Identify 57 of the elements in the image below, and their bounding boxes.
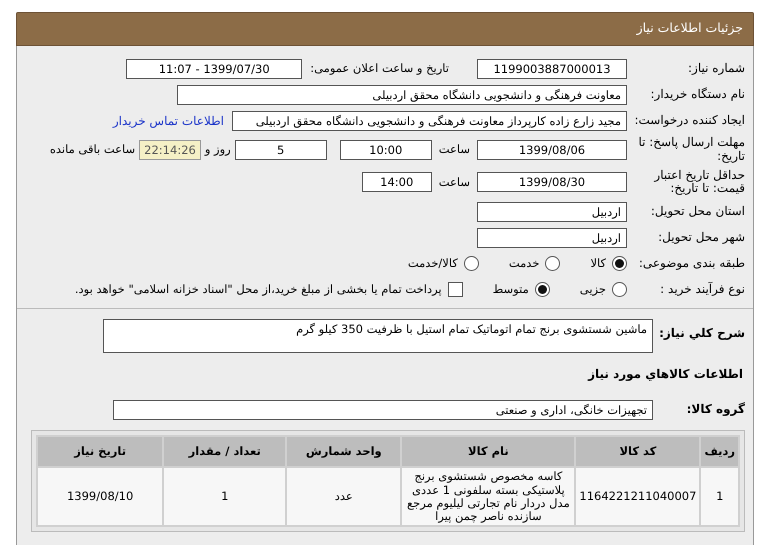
- header-bar: جزئیات اطلاعات نیاز: [16, 12, 754, 46]
- checkbox-label: پرداخت تمام یا بخشی از مبلغ خرید،از محل "اسناد خزانه اسلامی" خواهد بود.: [74, 281, 442, 298]
- table-cell: 1: [164, 468, 286, 526]
- field-label: ساعت: [438, 174, 470, 191]
- input-field[interactable]: 1399/08/30: [477, 172, 627, 192]
- field-label: حداقل تاریخ اعتبار قیمت: تا تاریخ:: [652, 168, 745, 196]
- input-field[interactable]: تجهیزات خانگی، اداری و صنعتی: [113, 400, 653, 420]
- section-title: اطلاعات كالاهاي مورد نياز: [586, 366, 743, 384]
- input-field[interactable]: 14:00: [362, 172, 432, 192]
- table-cell: کاسه مخصوص شستشوی برنج پلاستیکی بسته سلفونی 1 عددی مدل دردار نام تجارتی لیلیوم مرجع سازنده ناصر چمن پیرا: [402, 468, 574, 526]
- contact-link[interactable]: اطلاعات تماس خریدار: [112, 112, 224, 130]
- countdown-display: 22:14:26: [139, 140, 201, 160]
- input-field[interactable]: اردبیل: [477, 228, 627, 248]
- field-label: طبقه بندی موضوعی:: [638, 256, 745, 271]
- radio-button[interactable]: [545, 256, 560, 272]
- input-field[interactable]: مجید زارع زاده کارپرداز معاونت فرهنگی و دانشجویی دانشگاه محقق اردبیلی: [232, 110, 627, 130]
- column-header: ردیف: [701, 437, 738, 466]
- field-label: ایجاد کننده درخواست:: [633, 114, 745, 128]
- radio-label: کالا/خدمت: [408, 255, 458, 272]
- table-cell: عدد: [287, 468, 400, 526]
- radio-button[interactable]: [534, 282, 550, 298]
- table-cell: 1: [701, 468, 738, 526]
- field-label: شماره نیاز:: [687, 62, 745, 76]
- column-header: تاریخ نیاز: [38, 437, 162, 466]
- field-label: ساعت: [438, 141, 470, 158]
- field-label: ساعت باقی مانده: [50, 141, 136, 158]
- column-header: تعداد / مقدار: [164, 437, 286, 466]
- radio-button[interactable]: [612, 282, 627, 298]
- text-area[interactable]: ماشین شستشوی برنج تمام اتوماتیک تمام استیل با ظرفیت 350 کیلو گرم: [103, 319, 653, 354]
- radio-label: جزیی: [580, 281, 606, 298]
- input-field[interactable]: 5: [234, 140, 327, 160]
- input-field[interactable]: 1199003887000013: [477, 58, 627, 78]
- checkbox[interactable]: [448, 282, 463, 298]
- field-label: استان محل تحویل:: [650, 204, 745, 219]
- field-label: روز و: [204, 141, 231, 158]
- field-label: شهر محل تحویل:: [657, 230, 745, 245]
- field-label: مهلت ارسال پاسخ: تا تاریخ:: [637, 136, 745, 164]
- input-field[interactable]: 1399/08/06: [477, 140, 627, 160]
- column-header: کد کالا: [576, 437, 700, 466]
- input-field[interactable]: 1399/07/30 - 11:07: [126, 58, 302, 78]
- field-label: تاریخ و ساعت اعلان عمومی:: [310, 60, 449, 77]
- input-field[interactable]: اردبیل: [477, 202, 627, 222]
- column-header: واحد شمارش: [287, 437, 400, 466]
- column-header: نام کالا: [402, 437, 574, 466]
- radio-button[interactable]: [464, 256, 479, 272]
- field-label: نام دستگاه خریدار:: [650, 88, 745, 102]
- input-field[interactable]: معاونت فرهنگی و دانشجویی دانشگاه محقق اردبیلی: [177, 84, 627, 104]
- radio-button[interactable]: [612, 256, 627, 272]
- field-label: گروه کالا:: [686, 402, 745, 417]
- field-label: نوع فرآیند خرید :: [659, 282, 745, 297]
- radio-label: کالا: [590, 255, 606, 272]
- table-cell: 1399/08/10: [38, 468, 162, 526]
- input-field[interactable]: 10:00: [340, 140, 432, 160]
- radio-label: متوسط: [492, 281, 529, 298]
- field-label: شرح كلي نياز:: [658, 325, 745, 341]
- table-cell: 1164221211040007: [576, 468, 700, 526]
- radio-label: خدمت: [508, 255, 540, 272]
